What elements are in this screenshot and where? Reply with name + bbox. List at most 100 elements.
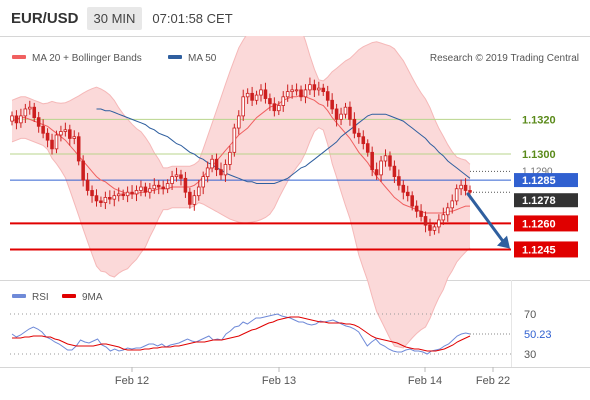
candle-body [14,115,19,124]
x-tick-label: Feb 22 [476,375,510,387]
candle-body [85,179,90,191]
candle-body [405,191,410,197]
candle-body [463,184,468,191]
x-tick-label: Feb 14 [408,375,442,387]
price-legend: MA 20 + Bollinger Bands MA 50 [12,53,217,64]
rsi-legend-label: RSI [32,292,49,303]
candle-body [143,186,148,193]
candle-body [99,200,103,204]
candle-body [334,108,339,120]
candle-body [277,105,281,112]
candle-body [205,167,210,178]
symbol-title: EUR/USD [11,9,79,27]
support-label: 1.1245 [522,244,556,256]
candle-body [432,226,437,231]
candle-body [165,183,170,190]
x-tick-label: Feb 13 [262,375,296,387]
candle-body [81,160,85,181]
candle-body [325,91,330,101]
candle-body [196,186,201,197]
rsi-plot: 70 30 50.23 [10,309,552,361]
candle-body [290,89,294,93]
candle-body [116,193,121,197]
candle-body [374,169,379,176]
candle-body [219,169,223,176]
candle-body [370,151,374,171]
x-axis: Feb 12 Feb 13 Feb 14 Feb 22 [115,367,510,387]
candle-body [330,99,334,110]
candle-body [179,174,183,179]
candle-body [357,132,361,138]
candle-body [54,134,59,150]
candle-body [365,143,370,153]
candle-body [454,188,459,202]
candle-body [397,176,401,186]
candle-body [174,174,179,178]
ma20-legend-swatch [12,55,26,59]
candle-body [383,155,388,162]
candle-body [36,117,41,127]
candle-body [312,84,317,91]
candle-body [459,184,463,190]
candle-body [161,186,165,190]
x-tick-label: Feb 12 [115,375,149,387]
candle-body [245,92,250,98]
candle-body [72,136,77,139]
candle-body [263,89,268,99]
bollinger-band [12,36,470,348]
candle-body [272,103,277,112]
candle-body [94,195,99,202]
candle-body [125,191,130,197]
candle-body [223,164,228,176]
candle-body [170,176,174,184]
forecast-arrow-shaft [466,192,506,245]
candle-body [468,190,472,193]
ma9-legend-swatch [62,294,76,298]
candle-body [294,89,299,92]
candle-body [419,210,423,217]
candle-body [41,125,45,134]
resistance-label: 1.1300 [522,149,556,161]
timestamp: 07:01:58 CET [152,10,233,26]
candle-body [343,106,348,115]
candle-body [134,190,139,195]
candle-body [10,115,14,122]
interval-button[interactable]: 30 MIN [86,6,143,30]
candle-body [450,200,454,209]
candle-body [139,186,143,191]
candle-body [299,89,303,98]
candle-body [63,129,68,132]
last-close-label: 1.1278 [522,195,556,207]
candle-body [45,132,50,141]
candle-body [68,129,72,139]
candle-body [352,118,357,134]
candle-body [90,190,94,197]
candle-body [388,155,392,167]
candle-body [192,195,197,205]
candle-body [19,115,23,124]
header-bar: EUR/USD 30 MIN 07:01:58 CET [0,0,590,36]
candle-body [250,92,254,101]
candle-body [188,191,192,205]
candle-body [281,96,286,106]
candle-body [401,184,406,193]
candle-body [152,184,157,190]
candle-body [228,151,232,165]
candle-body [112,195,117,200]
candle-body [201,176,205,188]
rsi-tick-label: 30 [524,349,536,361]
ma50-legend-label: MA 50 [188,53,217,64]
candle-body [339,113,343,120]
candle-body [232,127,237,153]
candle-body [321,87,326,93]
candle-body [241,96,246,117]
candle-body [254,94,259,101]
ma20-legend-label: MA 20 + Bollinger Bands [32,53,142,64]
credit-text: Research © 2019 Trading Central [430,53,579,64]
candle-body [103,197,108,204]
candle-body [210,158,214,169]
candle-body [236,115,241,129]
support-label: 1.1260 [522,218,556,230]
candle-body [285,91,290,98]
candle-body [308,84,312,91]
